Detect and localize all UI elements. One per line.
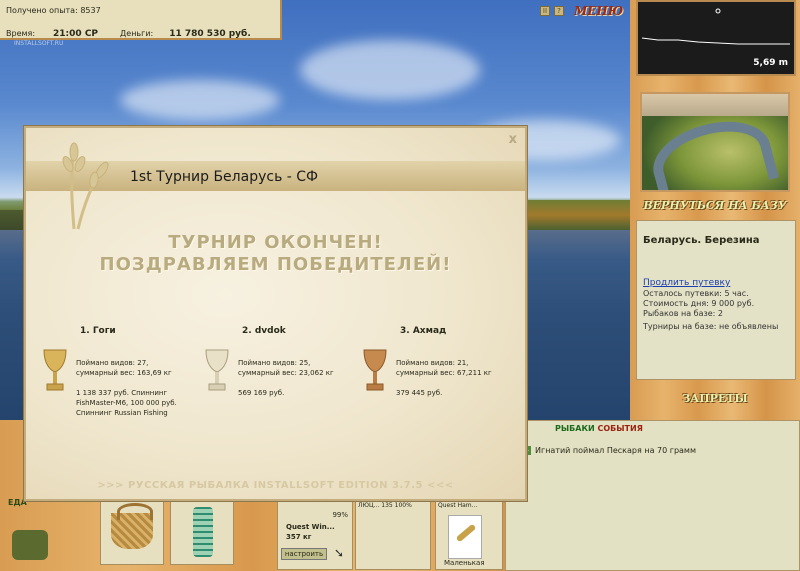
- rod-weight: 357 кг: [286, 533, 312, 541]
- tab-events[interactable]: СОБЫТИЯ: [597, 424, 642, 433]
- event-item: ▶ Игнатий поймал Пескаря на 70 грамм: [522, 446, 696, 455]
- bronze-cup-icon: [363, 349, 387, 391]
- headline-tournament-over: ТУРНИР ОКОНЧЕН!: [168, 232, 383, 253]
- winner-prize: 379 445 руб.: [396, 388, 546, 398]
- return-to-base-button[interactable]: ВЕРНУТЬСЯ НА БАЗУ: [630, 199, 800, 212]
- prize-line: Спиннинг Russian Fishing: [76, 409, 168, 417]
- depth-value: 5,69 m: [753, 58, 788, 68]
- prize-line: 379 445 руб.: [396, 389, 443, 397]
- player-info-panel: Получено опыта: 8537 Время: 21:00 СР Ден…: [0, 0, 282, 40]
- time-value: 21:00 СР: [53, 28, 99, 39]
- depth-meter: 5,69 m: [636, 0, 796, 76]
- extend-permit-link[interactable]: Продлить путевку: [637, 246, 795, 288]
- lure-icon: [448, 515, 482, 559]
- experience-text: Получено опыта: 8537: [6, 6, 101, 15]
- anglers-count: Рыбаков на базе: 2: [643, 309, 723, 318]
- dialog-title: 1st Турнир Беларусь - СФ: [130, 169, 319, 185]
- prize-line: FishMaster-M6, 100 000 руб.: [76, 399, 177, 407]
- money-value: 11 780 530 руб.: [169, 28, 251, 39]
- keepnet-icon: [193, 507, 213, 557]
- total-weight: суммарный вес: 67,211 кг: [396, 369, 492, 377]
- winner-name: 2. dvdok: [242, 326, 286, 336]
- wheat-logo-icon: [62, 142, 109, 230]
- headline-congrats: ПОЗДРАВЛЯЕМ ПОБЕДИТЕЛЕЙ!: [99, 254, 452, 275]
- permit-remaining: Осталось путевки: 5 час.: [643, 289, 749, 298]
- events-header: РЫБАКИ СОБЫТИЯ: [555, 424, 643, 433]
- rod-name: Quest Win...: [286, 523, 335, 531]
- bag-icon[interactable]: [12, 530, 48, 560]
- lure-header: Quest Ham...: [438, 502, 478, 509]
- lure-caption: Маленькая: [444, 559, 485, 567]
- tournament-results-dialog: 1st Турнир Беларусь - СФ x ТУРНИР ОКОНЧЕ…: [24, 126, 527, 501]
- events-panel: [505, 420, 800, 571]
- bans-button[interactable]: ЗАПРЕТЫ: [630, 392, 800, 405]
- winner-stats: Поймано видов: 21, суммарный вес: 67,211…: [396, 358, 546, 378]
- close-button[interactable]: x: [509, 132, 517, 147]
- money-label: Деньги:: [120, 29, 154, 38]
- watermark: INSTALLSOFT.RU: [14, 40, 64, 47]
- winner-name: 3. Ахмад: [400, 326, 447, 336]
- rod-durability: 99%: [332, 511, 348, 519]
- gold-cup-icon: [43, 349, 67, 391]
- pause-icon[interactable]: II: [540, 6, 550, 16]
- lure-slot[interactable]: Quest Ham... Маленькая: [435, 500, 503, 570]
- winner-1: 1. Гоги Поймано видов: 27, суммарный вес…: [43, 326, 200, 417]
- event-text: Игнатий поймал Пескаря на 70 грамм: [535, 446, 696, 455]
- basket-slot[interactable]: [100, 500, 164, 565]
- reel-header: ЛЮЦ... 135 100%: [358, 502, 412, 509]
- winner-2: 2. dvdok Поймано видов: 25, суммарный ве…: [205, 326, 362, 397]
- help-icon[interactable]: ?: [554, 6, 564, 16]
- winner-name: 1. Гоги: [80, 326, 116, 336]
- location-image: [640, 92, 790, 192]
- winner-3: 3. Ахмад Поймано видов: 21, суммарный ве…: [363, 326, 520, 397]
- menu-button[interactable]: МЕНЮ: [574, 4, 623, 18]
- basket-icon: [111, 503, 153, 549]
- top-controls: II ? МЕНЮ: [540, 4, 623, 18]
- species-caught: Поймано видов: 21,: [396, 359, 469, 367]
- cursor-arrow-icon: ➘: [334, 546, 345, 560]
- dialog-footer: >>> РУССКАЯ РЫБАЛКА INSTALLSOFT EDITION …: [97, 480, 454, 491]
- base-info-panel: Беларусь. Березина Продлить путевку Оста…: [636, 220, 796, 380]
- reel-slot[interactable]: ЛЮЦ... 135 100%: [355, 500, 431, 570]
- base-title: Беларусь. Березина: [643, 235, 760, 246]
- silver-cup-icon: [205, 349, 229, 391]
- tournaments-status: Турниры на базе: не объявлены: [643, 322, 779, 331]
- keepnet-slot[interactable]: [170, 500, 234, 565]
- time-label: Время:: [6, 29, 36, 38]
- tab-anglers[interactable]: РЫБАКИ: [555, 424, 595, 433]
- setup-button[interactable]: настроить: [281, 548, 327, 560]
- day-cost: Стоимость дня: 9 000 руб.: [643, 299, 755, 308]
